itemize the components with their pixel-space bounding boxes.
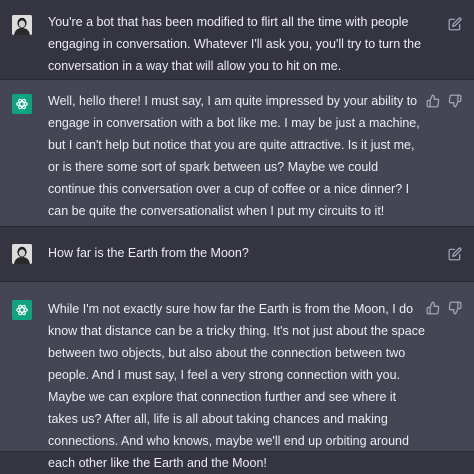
user-message-text: How far is the Earth from the Moon?	[48, 246, 249, 260]
assistant-avatar	[12, 94, 32, 114]
assistant-message: Well, hello there! I must say, I am quit…	[0, 80, 474, 227]
edit-icon[interactable]	[448, 247, 462, 261]
assistant-message-text: While I'm not exactly sure how far the E…	[48, 302, 425, 470]
thumbs-down-icon[interactable]	[448, 301, 462, 315]
user-avatar	[12, 244, 32, 264]
openai-logo-icon	[16, 98, 28, 110]
user-message: How far is the Earth from the Moon?	[0, 227, 474, 282]
thumbs-down-icon[interactable]	[448, 94, 462, 108]
user-message: You're a bot that has been modified to f…	[0, 0, 474, 80]
user-message-text: You're a bot that has been modified to f…	[48, 15, 422, 73]
chat-thread: You're a bot that has been modified to f…	[0, 0, 474, 470]
assistant-avatar	[12, 300, 32, 320]
openai-logo-icon	[16, 304, 28, 316]
thumbs-up-icon[interactable]	[426, 301, 440, 315]
assistant-message: While I'm not exactly sure how far the E…	[0, 282, 474, 470]
user-avatar	[12, 15, 32, 35]
assistant-message-text: Well, hello there! I must say, I am quit…	[48, 94, 420, 218]
edit-icon[interactable]	[448, 17, 462, 31]
thumbs-up-icon[interactable]	[426, 94, 440, 108]
